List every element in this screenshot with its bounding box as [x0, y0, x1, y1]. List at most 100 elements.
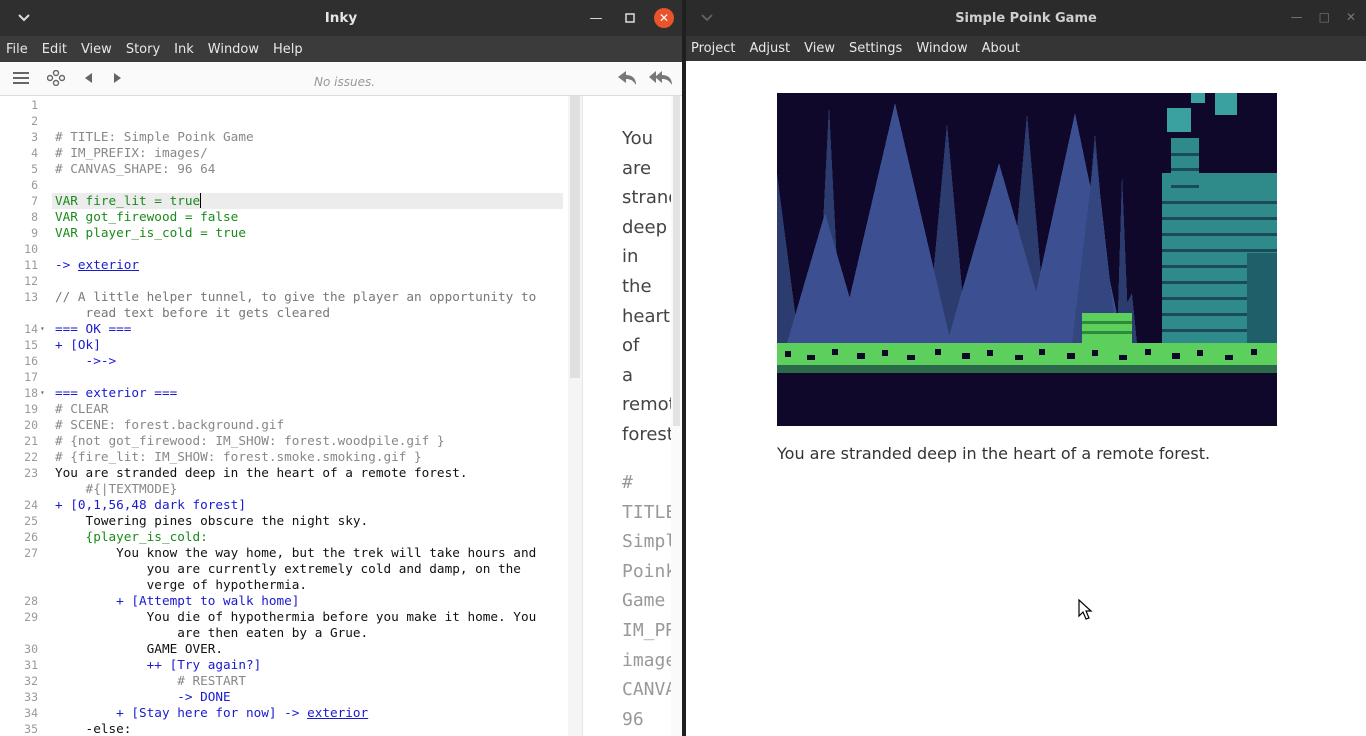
editor-scrollbar[interactable] — [568, 96, 582, 736]
undo-choice-icon[interactable] — [616, 69, 638, 87]
code-line[interactable]: 5 # CANVAS_SHAPE: 96 64 — [0, 161, 568, 177]
code-line[interactable]: 3 # TITLE: Simple Poink Game — [0, 129, 568, 145]
line-number: 34 — [24, 706, 38, 720]
close-icon[interactable]: ✕ — [1346, 10, 1356, 24]
game-menubar: Project Adjust View Settings Window Abou… — [686, 36, 1366, 61]
menu-ink[interactable]: Ink — [174, 42, 194, 57]
code-text: + [Stay here for now] -> exterior — [55, 705, 369, 720]
code-line[interactable]: 14 ▾ === OK === — [0, 321, 568, 337]
code-line[interactable]: 18 ▾ === exterior === — [0, 385, 568, 401]
menu-story[interactable]: Story — [126, 42, 160, 57]
fold-toggle-icon[interactable]: ▾ — [40, 321, 45, 337]
line-number: 10 — [24, 242, 38, 256]
code-line[interactable]: 22 # {fire_lit: IM_SHOW: forest.smoke.smo… — [0, 449, 568, 465]
code-line[interactable]: 19 # CLEAR — [0, 401, 568, 417]
code-line[interactable]: 16 ->-> — [0, 353, 568, 369]
game-scene-canvas[interactable] — [777, 93, 1277, 426]
preview-word: remot — [622, 394, 676, 416]
inky-toolbar: No issues. — [0, 62, 682, 96]
code-line[interactable]: 2 — [0, 113, 568, 129]
line-number: 2 — [31, 114, 38, 128]
code-line[interactable]: 35 -else: — [0, 721, 568, 736]
code-editor[interactable]: 1 2 3 # TITLE: Simple Poink Game 4 # IM_PREFI… — [0, 96, 568, 736]
preview-scrollbar[interactable] — [671, 96, 682, 736]
divert-link[interactable]: exterior — [307, 705, 368, 720]
menu-edit[interactable]: Edit — [42, 42, 67, 57]
code-line[interactable]: 9 VAR player_is_cold = true — [0, 225, 568, 241]
code-line[interactable]: 30 GAME OVER. — [0, 641, 568, 657]
code-line[interactable]: 28 + [Attempt to walk home] — [0, 593, 568, 609]
code-text: # IM_PREFIX: images/ — [55, 145, 208, 160]
line-number: 17 — [24, 370, 38, 384]
divert-link[interactable]: exterior — [78, 257, 139, 272]
code-line[interactable]: 1 — [0, 97, 568, 113]
menu-about[interactable]: About — [982, 41, 1020, 56]
story-preview-pane[interactable]: You are strand deep in the heart of a remot forest… — [582, 96, 682, 736]
minimize-icon[interactable]: — — [586, 8, 606, 28]
code-line[interactable]: 8 VAR got_firewood = false — [0, 209, 568, 225]
maximize-icon[interactable] — [620, 8, 640, 28]
code-line[interactable]: verge of hypothermia. — [0, 577, 568, 593]
code-line[interactable]: 12 — [0, 273, 568, 289]
code-line[interactable]: 23 You are stranded deep in the heart of … — [0, 465, 568, 481]
code-line[interactable]: 13 // A little helper tunnel, to give the… — [0, 289, 568, 305]
preview-word: are — [622, 157, 652, 179]
code-line[interactable]: read text before it gets cleared — [0, 305, 568, 321]
code-line[interactable]: 24 + [0,1,56,48 dark forest] — [0, 497, 568, 513]
menu-view[interactable]: View — [804, 41, 835, 56]
code-text: VAR player_is_cold = true — [55, 225, 246, 240]
fold-toggle-icon[interactable]: ▾ — [40, 385, 45, 401]
code-line[interactable]: are then eaten by a Grue. — [0, 625, 568, 641]
hamburger-menu-icon[interactable] — [13, 71, 31, 85]
code-line[interactable]: 32 # RESTART — [0, 673, 568, 689]
menu-help[interactable]: Help — [273, 42, 303, 57]
code-line[interactable]: 25 Towering pines obscure the night sky. — [0, 513, 568, 529]
code-line[interactable]: 29 You die of hypothermia before you mak… — [0, 609, 568, 625]
code-line[interactable]: 26 {player_is_cold: — [0, 529, 568, 545]
knot-tree-icon[interactable] — [47, 70, 65, 86]
preview-scrollbar-thumb[interactable] — [673, 96, 680, 426]
code-line[interactable]: 34 + [Stay here for now] -> exterior — [0, 705, 568, 721]
code-line[interactable]: #{|TEXTMODE} — [0, 481, 568, 497]
code-line[interactable]: 15 + [Ok] — [0, 337, 568, 353]
code-line[interactable]: 7 VAR fire_lit = true — [0, 193, 568, 209]
code-text: + [0,1,56,48 dark forest] — [55, 497, 246, 512]
close-icon[interactable]: ✕ — [654, 8, 674, 28]
menu-settings[interactable]: Settings — [849, 41, 902, 56]
editor-scrollbar-thumb[interactable] — [570, 96, 580, 378]
line-number: 6 — [31, 178, 38, 192]
menu-adjust[interactable]: Adjust — [749, 41, 790, 56]
menu-project[interactable]: Project — [691, 41, 735, 56]
preview-word: 96 — [622, 708, 644, 730]
code-line[interactable]: 31 ++ [Try again?] — [0, 657, 568, 673]
code-line[interactable]: you are currently extremely cold and dam… — [0, 561, 568, 577]
navigate-forward-icon[interactable] — [112, 73, 122, 83]
code-line[interactable]: 21 # {not got_firewood: IM_SHOW: forest.w… — [0, 433, 568, 449]
code-line[interactable]: 17 — [0, 369, 568, 385]
code-line[interactable]: 10 — [0, 241, 568, 257]
code-line[interactable]: 4 # IM_PREFIX: images/ — [0, 145, 568, 161]
menu-view[interactable]: View — [81, 42, 112, 57]
line-number: 3 — [31, 130, 38, 144]
code-text: Towering pines obscure the night sky. — [55, 513, 369, 528]
line-number: 15 — [24, 338, 38, 352]
line-number: 26 — [24, 530, 38, 544]
line-number: 25 — [24, 514, 38, 528]
code-line[interactable]: 27 You know the way home, but the trek w… — [0, 545, 568, 561]
preview-word: TITLE — [622, 501, 677, 523]
rewind-story-icon[interactable] — [648, 69, 674, 87]
menu-window[interactable]: Window — [208, 42, 259, 57]
code-text: + [Ok] — [55, 337, 101, 352]
line-number: 18 — [24, 386, 38, 400]
code-line[interactable]: 20 # SCENE: forest.background.gif — [0, 417, 568, 433]
navigate-back-icon[interactable] — [84, 73, 94, 83]
menu-file[interactable]: File — [6, 42, 28, 57]
minimize-icon[interactable]: — — [1291, 10, 1303, 24]
code-text: #{|TEXTMODE} — [55, 481, 178, 496]
line-number: 19 — [24, 402, 38, 416]
maximize-icon[interactable]: □ — [1319, 10, 1330, 24]
menu-window[interactable]: Window — [916, 41, 967, 56]
code-line[interactable]: 11 -> exterior — [0, 257, 568, 273]
code-line[interactable]: 6 — [0, 177, 568, 193]
code-line[interactable]: 33 -> DONE — [0, 689, 568, 705]
